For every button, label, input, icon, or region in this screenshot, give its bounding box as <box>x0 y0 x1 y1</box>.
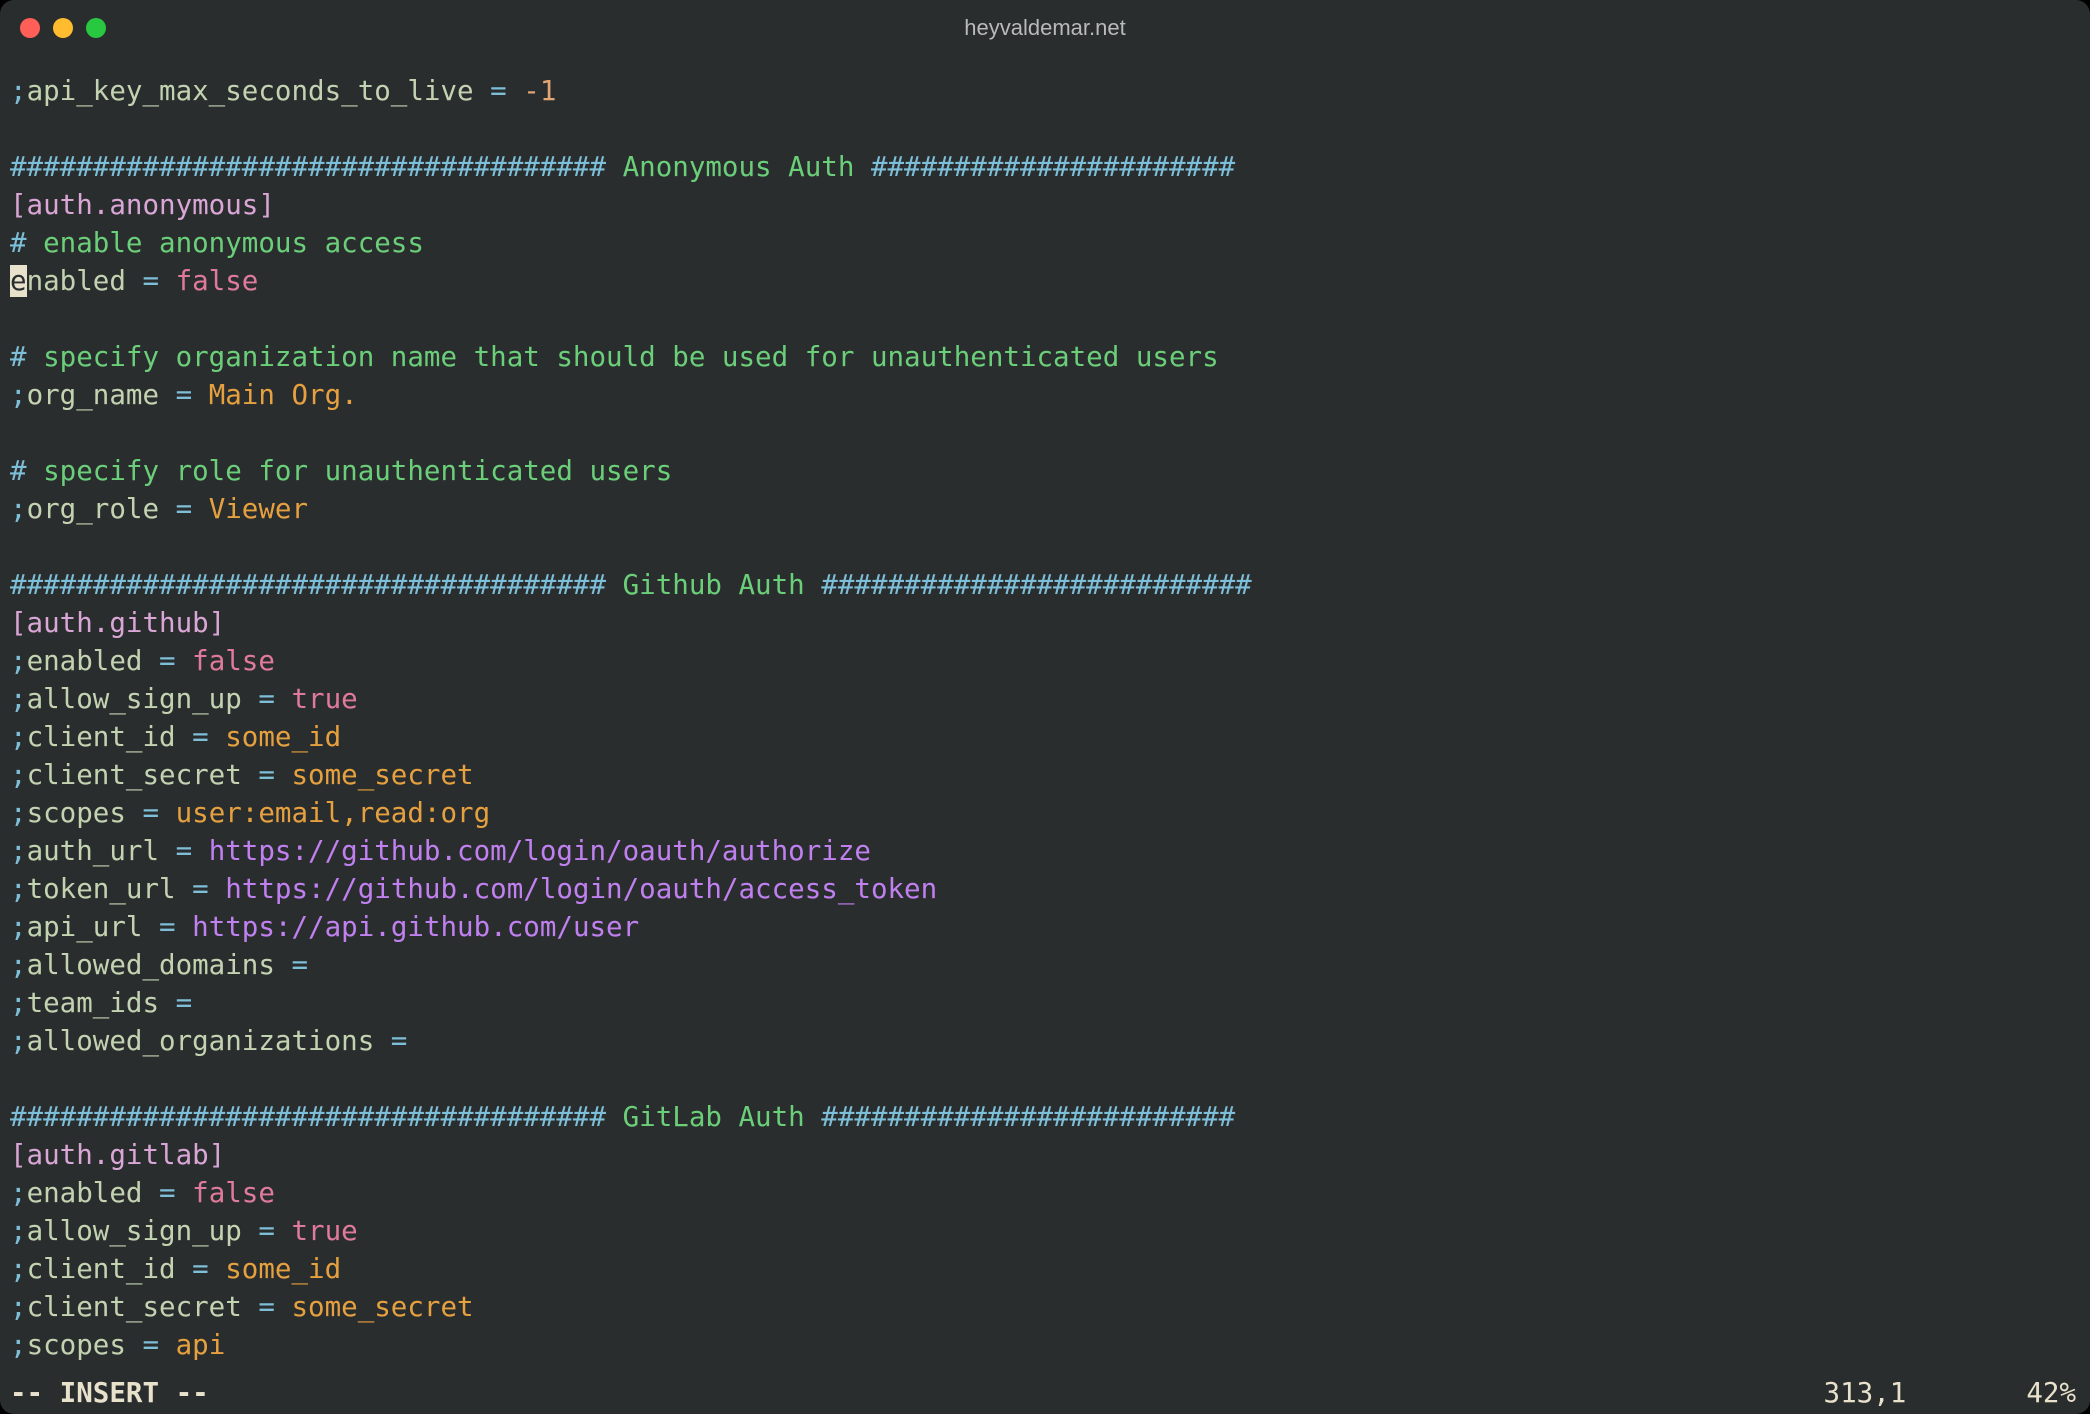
editor-line[interactable]: ;allowed_domains = <box>10 946 2080 984</box>
zoom-icon[interactable] <box>86 18 106 38</box>
editor-line[interactable]: #################################### Ano… <box>10 148 2080 186</box>
editor-line[interactable]: ;team_ids = <box>10 984 2080 1022</box>
cursor: e <box>10 265 27 297</box>
editor-line[interactable]: ;token_url = https://github.com/login/oa… <box>10 870 2080 908</box>
editor-line[interactable]: [auth.gitlab] <box>10 1136 2080 1174</box>
editor-line[interactable]: #################################### Git… <box>10 566 2080 604</box>
editor-line[interactable]: enabled = false <box>10 262 2080 300</box>
window-controls <box>20 18 106 38</box>
editor-viewport[interactable]: ;api_key_max_seconds_to_live = -1 ######… <box>0 70 2090 1414</box>
editor-line[interactable]: ;enabled = false <box>10 642 2080 680</box>
terminal-window: heyvaldemar.net ;api_key_max_seconds_to_… <box>0 0 2090 1414</box>
editor-line[interactable]: ;api_url = https://api.github.com/user <box>10 908 2080 946</box>
editor-line[interactable]: ;allow_sign_up = true <box>10 1212 2080 1250</box>
minimize-icon[interactable] <box>53 18 73 38</box>
editor-line[interactable]: ;client_id = some_id <box>10 718 2080 756</box>
editor-line[interactable] <box>10 414 2080 452</box>
editor-line[interactable]: #################################### Git… <box>10 1098 2080 1136</box>
close-icon[interactable] <box>20 18 40 38</box>
vim-mode: -- INSERT -- <box>10 1374 209 1412</box>
scroll-percent: 42% <box>2026 1374 2080 1412</box>
editor-line[interactable]: ;auth_url = https://github.com/login/oau… <box>10 832 2080 870</box>
vim-status-bar: -- INSERT -- 313,1 42% <box>0 1374 2090 1412</box>
editor-line[interactable]: ;client_secret = some_secret <box>10 1288 2080 1326</box>
cursor-position: 313,1 <box>1824 1374 2027 1412</box>
editor-line[interactable]: # enable anonymous access <box>10 224 2080 262</box>
editor-line[interactable]: ;org_role = Viewer <box>10 490 2080 528</box>
editor-line[interactable]: # specify organization name that should … <box>10 338 2080 376</box>
editor-line[interactable]: ;scopes = user:email,read:org <box>10 794 2080 832</box>
editor-line[interactable]: ;api_key_max_seconds_to_live = -1 <box>10 72 2080 110</box>
editor-line[interactable] <box>10 528 2080 566</box>
editor-line[interactable]: # specify role for unauthenticated users <box>10 452 2080 490</box>
editor-line[interactable]: [auth.github] <box>10 604 2080 642</box>
editor-line[interactable] <box>10 1060 2080 1098</box>
window-title: heyvaldemar.net <box>964 15 1125 41</box>
editor-line[interactable]: ;allowed_organizations = <box>10 1022 2080 1060</box>
titlebar: heyvaldemar.net <box>0 0 2090 56</box>
editor-line[interactable]: ;client_secret = some_secret <box>10 756 2080 794</box>
editor-line[interactable]: ;org_name = Main Org. <box>10 376 2080 414</box>
editor-line[interactable] <box>10 110 2080 148</box>
editor-line[interactable]: [auth.anonymous] <box>10 186 2080 224</box>
editor-line[interactable] <box>10 300 2080 338</box>
editor-line[interactable]: ;allow_sign_up = true <box>10 680 2080 718</box>
editor-line[interactable]: ;client_id = some_id <box>10 1250 2080 1288</box>
editor-line[interactable]: ;scopes = api <box>10 1326 2080 1364</box>
editor-line[interactable]: ;enabled = false <box>10 1174 2080 1212</box>
